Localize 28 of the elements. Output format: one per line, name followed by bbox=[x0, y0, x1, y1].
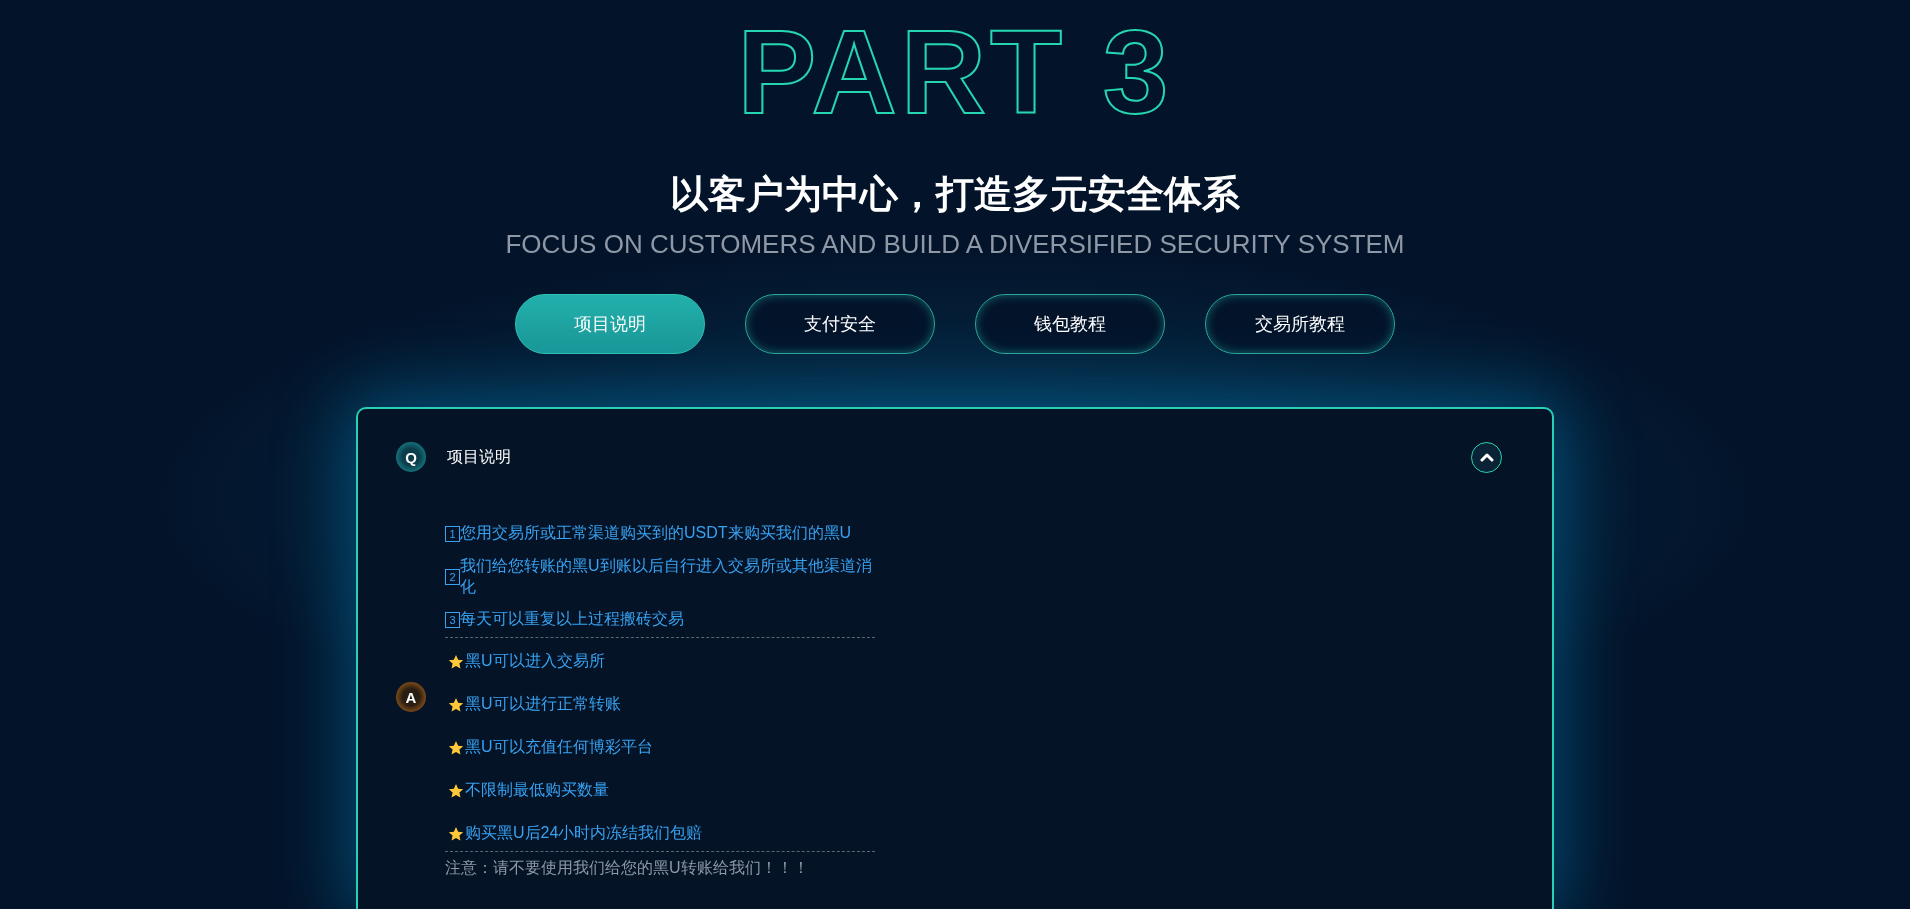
answer-text: 黑U可以充值任何博彩平台 bbox=[465, 737, 653, 757]
star-icon bbox=[448, 696, 464, 713]
answer-text: 购买黑U后24小时内冻结我们包赔 bbox=[465, 823, 703, 843]
tab[interactable]: 支付安全 bbox=[745, 294, 935, 354]
chevron-icon bbox=[1479, 452, 1494, 462]
answer-text: 黑U可以进行正常转账 bbox=[465, 694, 621, 714]
number-badge: 3 bbox=[445, 611, 460, 628]
number-badge: 1 bbox=[445, 525, 460, 542]
star-icon bbox=[448, 825, 464, 842]
note-text: 注意：请不要使用我们给您的黑U转账给我们！！！ bbox=[445, 857, 809, 878]
answer-text: 每天可以重复以上过程搬砖交易 bbox=[460, 609, 684, 629]
collapse-toggle[interactable] bbox=[1471, 441, 1502, 473]
question-badge: Q bbox=[396, 442, 426, 472]
number-badge: 2 bbox=[445, 568, 460, 585]
answer-badge: A bbox=[396, 682, 426, 712]
part-title: PART 3 bbox=[737, 22, 1173, 122]
star-icon bbox=[448, 739, 464, 756]
star-icon bbox=[448, 653, 464, 670]
answer-text: 不限制最低购买数量 bbox=[465, 780, 609, 800]
question-title: 项目说明 bbox=[447, 446, 512, 467]
star-icon bbox=[448, 782, 464, 799]
tab[interactable]: 交易所教程 bbox=[1205, 294, 1395, 354]
answer-text: 您用交易所或正常渠道购买到的USDT来购买我们的黑U bbox=[460, 523, 852, 543]
answer-text: 我们给您转账的黑U到账以后自行进入交易所或其他渠道消化 bbox=[460, 555, 873, 597]
tab[interactable]: 钱包教程 bbox=[975, 294, 1165, 354]
section-heading: 以客户为中心，打造多元安全体系 bbox=[670, 172, 1240, 216]
answer-text: 黑U可以进入交易所 bbox=[465, 651, 605, 671]
section-subtitle: FOCUS ON CUSTOMERS AND BUILD A DIVERSIFIED SECURITY SYSTEM bbox=[505, 228, 1405, 260]
